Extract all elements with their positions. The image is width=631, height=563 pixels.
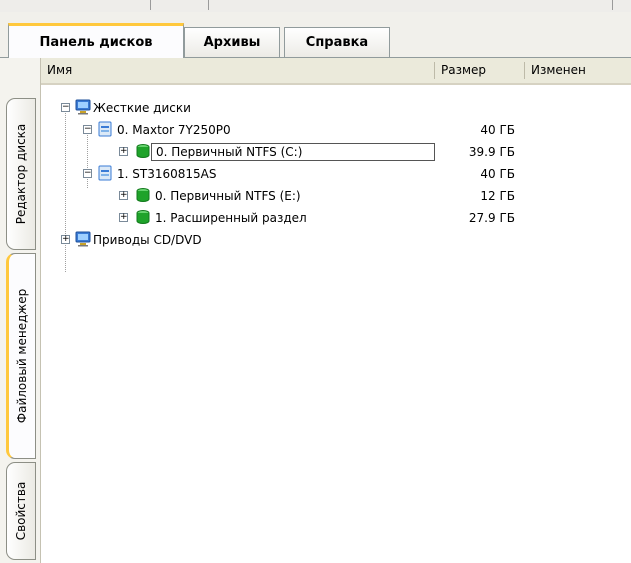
collapse-icon[interactable]: −	[61, 103, 70, 112]
partition-icon	[136, 210, 150, 224]
tree-item-label: 1. Расширенный раздел	[155, 211, 307, 225]
strip-divider	[208, 0, 209, 10]
side-tab-label: Свойства	[14, 481, 28, 541]
expand-icon[interactable]: +	[119, 191, 128, 200]
expand-icon[interactable]: +	[119, 147, 128, 156]
tab-archives[interactable]: Архивы	[184, 27, 280, 57]
tree-row[interactable]: + 0. Первичный NTFS (C:) 39.9 ГБ	[41, 141, 631, 163]
tree-item-size: 40 ГБ	[480, 167, 515, 181]
tree-item-label: 0. Maxtor 7Y250P0	[117, 123, 231, 137]
tree-item-label: 0. Первичный NTFS (C:)	[151, 143, 435, 161]
file-tree-panel: Имя Размер Изменен − Жесткие диски − 0. …	[41, 58, 631, 563]
collapse-icon[interactable]: −	[83, 169, 92, 178]
tree-item-label: 1. ST3160815AS	[117, 167, 217, 181]
computer-icon	[75, 99, 91, 115]
hard-disk-icon	[98, 121, 112, 137]
top-strip	[0, 0, 631, 12]
tree-row[interactable]: + 1. Расширенный раздел 27.9 ГБ	[41, 207, 631, 229]
computer-icon	[75, 231, 91, 247]
strip-divider	[150, 0, 151, 10]
side-tab-bar: Редактор диска Файловый менеджер Свойств…	[0, 58, 41, 563]
tree-row[interactable]: − Жесткие диски	[41, 97, 631, 119]
tree-item-size: 39.9 ГБ	[468, 145, 515, 159]
column-header-name[interactable]: Имя	[41, 58, 435, 83]
tree-item-size: 12 ГБ	[480, 189, 515, 203]
column-header-modified[interactable]: Изменен	[525, 58, 631, 83]
side-tab-label: Файловый менеджер	[15, 288, 29, 424]
column-header-size[interactable]: Размер	[435, 58, 525, 83]
side-tab-disk-editor[interactable]: Редактор диска	[6, 98, 36, 250]
tree-item-size: 27.9 ГБ	[468, 211, 515, 225]
tree-row[interactable]: + Приводы CD/DVD	[41, 229, 631, 251]
tab-disk-panel[interactable]: Панель дисков	[8, 23, 184, 58]
tab-bar: Панель дисков Архивы Справка	[0, 12, 631, 58]
column-header-row: Имя Размер Изменен	[41, 58, 631, 85]
side-tab-properties[interactable]: Свойства	[6, 462, 36, 560]
partition-icon	[136, 144, 150, 158]
side-tab-label: Редактор диска	[14, 123, 28, 225]
expand-icon[interactable]: +	[119, 213, 128, 222]
partition-icon	[136, 188, 150, 202]
collapse-icon[interactable]: −	[83, 125, 92, 134]
tree-row[interactable]: − 1. ST3160815AS 40 ГБ	[41, 163, 631, 185]
tree-row[interactable]: + 0. Первичный NTFS (E:) 12 ГБ	[41, 185, 631, 207]
tree-item-label: 0. Первичный NTFS (E:)	[155, 189, 301, 203]
tab-help[interactable]: Справка	[284, 27, 390, 57]
strip-divider	[612, 0, 613, 10]
tree-item-label: Жесткие диски	[93, 101, 191, 115]
tree-item-label: Приводы CD/DVD	[93, 233, 202, 247]
tree-item-size: 40 ГБ	[480, 123, 515, 137]
tree-row[interactable]: − 0. Maxtor 7Y250P0 40 ГБ	[41, 119, 631, 141]
side-tab-file-manager[interactable]: Файловый менеджер	[6, 253, 36, 459]
hard-disk-icon	[98, 165, 112, 181]
expand-icon[interactable]: +	[61, 235, 70, 244]
